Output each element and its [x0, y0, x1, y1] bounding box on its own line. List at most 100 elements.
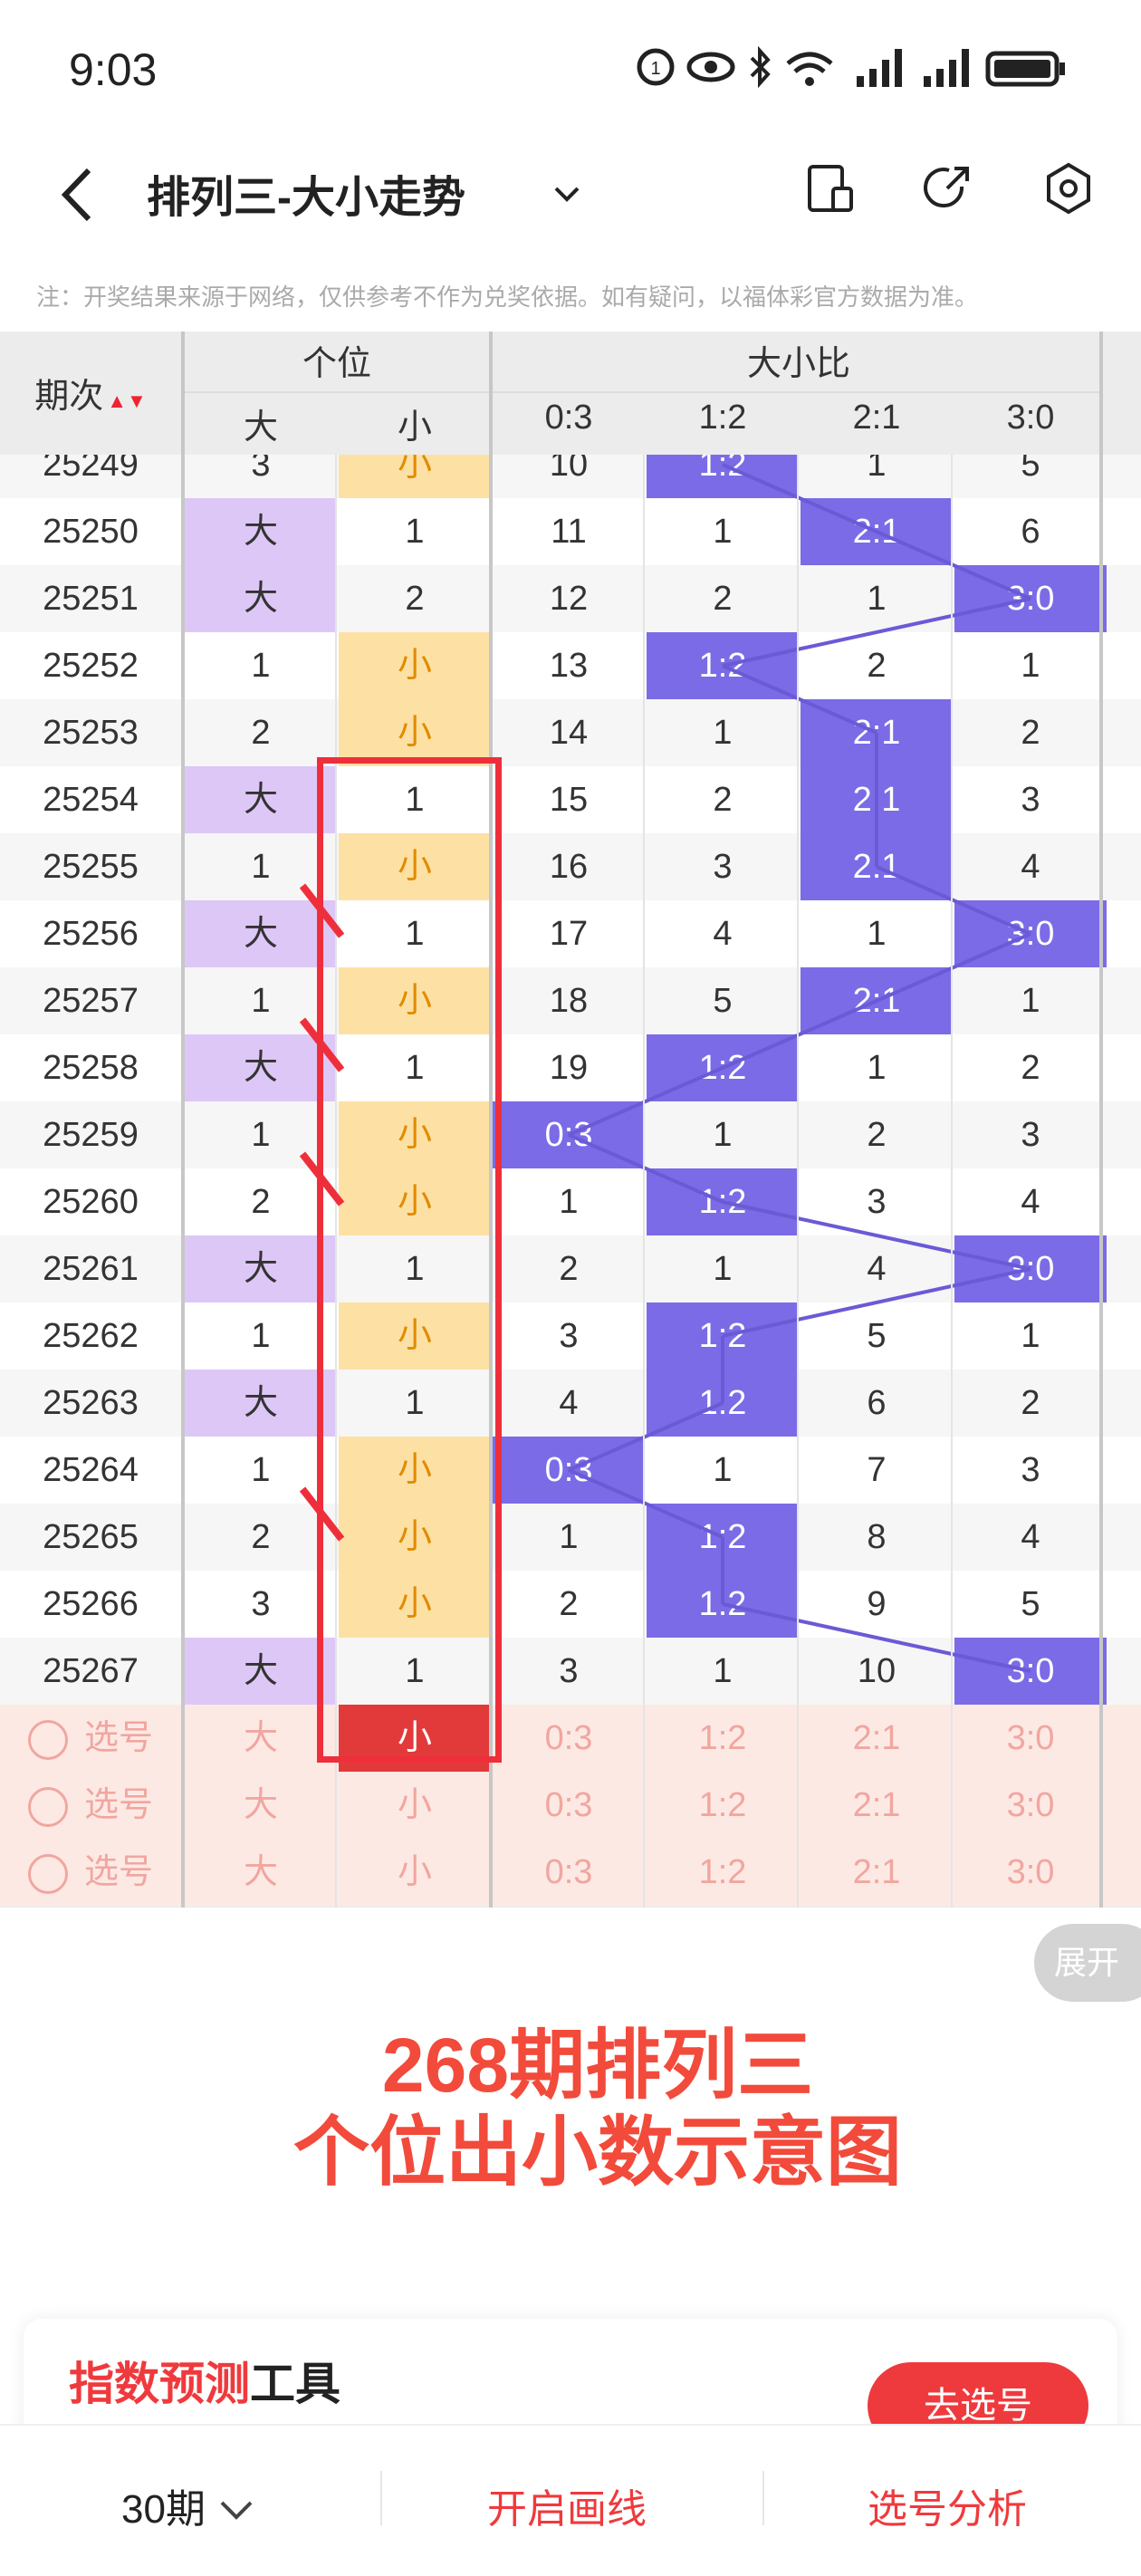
- select-option[interactable]: 2:1: [801, 1705, 953, 1772]
- tool-title-red: 指数预测: [69, 2359, 250, 2409]
- trend-cell: 19: [549, 1049, 589, 1087]
- share-icon[interactable]: [920, 161, 974, 216]
- select-option[interactable]: 大: [185, 1772, 337, 1839]
- period-header[interactable]: 期次 ▲▼: [0, 368, 181, 418]
- select-option[interactable]: 3:0: [954, 1772, 1107, 1839]
- table-row[interactable]: 25250 大 1 11 1 2:1 6: [0, 498, 1141, 565]
- subheader-2: 0:3: [544, 399, 593, 437]
- chevron-down-icon[interactable]: [549, 176, 585, 212]
- select-row[interactable]: 选号大小 0:3 1:2 2:1 3:0: [0, 1705, 1141, 1772]
- select-row[interactable]: 选号大小 0:3 1:2 2:1 3:0: [0, 1839, 1141, 1906]
- sort-icon: ▲▼: [107, 389, 147, 412]
- trend-cell: 4: [1021, 1518, 1040, 1556]
- trend-cell: 2: [251, 1183, 271, 1221]
- select-option[interactable]: 2:1: [801, 1772, 953, 1839]
- trend-cell: 1: [251, 1116, 271, 1154]
- select-label[interactable]: 选号: [0, 1839, 181, 1906]
- trend-cell: 1: [713, 1116, 733, 1154]
- select-option[interactable]: 0:3: [493, 1705, 645, 1772]
- select-option[interactable]: 0:3: [493, 1772, 645, 1839]
- table-row[interactable]: 25265 2 小 1 1:2 8 4: [0, 1504, 1141, 1571]
- status-time: 9:03: [69, 44, 158, 95]
- select-option[interactable]: 0:3: [493, 1839, 645, 1906]
- select-option[interactable]: 3:0: [954, 1839, 1107, 1906]
- battery-icon: [985, 51, 1065, 87]
- period-number: 25264: [43, 1451, 139, 1489]
- device-icon[interactable]: [804, 161, 858, 216]
- back-icon[interactable]: [54, 163, 100, 226]
- page-title[interactable]: 排列三-大小走势: [147, 161, 465, 225]
- trend-cell: 2: [713, 781, 733, 819]
- table-row[interactable]: 25255 1 小 16 3 2:1 4: [0, 833, 1141, 900]
- annotation-box: [317, 757, 502, 1763]
- table-row[interactable]: 25259 1 小 0:3 1 2 3: [0, 1101, 1141, 1168]
- group-header-units: 个位: [302, 345, 371, 383]
- radio-circle-icon: [27, 1719, 68, 1760]
- table-row[interactable]: 25251 大 2 12 2 1 3:0: [0, 565, 1141, 632]
- bluetooth-icon: [750, 45, 771, 89]
- table-row[interactable]: 25256 大 1 17 4 1 3:0: [0, 900, 1141, 967]
- table-row[interactable]: 25254 大 1 15 2 2:1 3: [0, 766, 1141, 833]
- trend-cell: 18: [549, 982, 589, 1020]
- select-label[interactable]: 选号: [0, 1705, 181, 1772]
- trend-table: 期次 ▲▼ 个位 大小比大小 0:3 1:2 2:1 3:0 25249 3 小 10 1:2 1 5 252…: [0, 332, 1141, 1908]
- trend-cell: 1: [713, 1451, 733, 1489]
- period-number: 25262: [43, 1317, 139, 1355]
- table-row[interactable]: 25267 大 1 3 1 10 3:0: [0, 1638, 1141, 1705]
- trend-cell: 1: [251, 1317, 271, 1355]
- number-analysis-button[interactable]: 选号分析: [868, 2476, 1027, 2534]
- trend-cell: 1: [559, 1183, 579, 1221]
- svg-text:1: 1: [650, 59, 660, 79]
- table-row[interactable]: 25261 大 1 2 1 4 3:0: [0, 1235, 1141, 1302]
- select-option[interactable]: 2:1: [801, 1839, 953, 1906]
- select-option[interactable]: 大: [185, 1705, 337, 1772]
- trend-cell: 1: [867, 580, 887, 618]
- period-number: 25258: [43, 1049, 139, 1087]
- trend-cell: 1: [251, 982, 271, 1020]
- trend-cell: 3: [867, 1183, 887, 1221]
- select-label[interactable]: 选号: [0, 1772, 181, 1839]
- period-selector[interactable]: 30期: [121, 2476, 254, 2534]
- trend-cell: 小: [339, 699, 491, 766]
- trend-cell: 2:1: [801, 498, 953, 565]
- table-row[interactable]: 25264 1 小 0:3 1 7 3: [0, 1437, 1141, 1504]
- trend-cell: 1:2: [647, 1370, 799, 1437]
- settings-icon[interactable]: [1041, 161, 1096, 216]
- table-row[interactable]: 25263 大 1 4 1:2 6 2: [0, 1370, 1141, 1437]
- select-option[interactable]: 1:2: [647, 1705, 799, 1772]
- trend-cell: 13: [549, 647, 589, 685]
- table-row[interactable]: 25260 2 小 1 1:2 3 4: [0, 1168, 1141, 1235]
- table-row[interactable]: 25257 1 小 18 5 2:1 1: [0, 967, 1141, 1034]
- trend-cell: 2: [1021, 1049, 1040, 1087]
- trend-cell: 0:3: [493, 1437, 645, 1504]
- select-option[interactable]: 大: [185, 1839, 337, 1906]
- table-row[interactable]: 25258 大 1 19 1:2 1 2: [0, 1034, 1141, 1101]
- trend-cell: 3:0: [954, 1638, 1107, 1705]
- enable-drawing-button[interactable]: 开启画线: [487, 2476, 647, 2534]
- table-row[interactable]: 25253 2 小 14 1 2:1 2: [0, 699, 1141, 766]
- tool-title-black: 工具: [250, 2359, 340, 2409]
- select-option[interactable]: 3:0: [954, 1705, 1107, 1772]
- select-option[interactable]: 小: [339, 1839, 491, 1906]
- expand-button[interactable]: 展开: [1034, 1924, 1141, 2002]
- table-row[interactable]: 25266 3 小 2 1:2 9 5: [0, 1571, 1141, 1638]
- table-row[interactable]: 25262 1 小 3 1:2 5 1: [0, 1302, 1141, 1370]
- trend-cell: 3:0: [954, 900, 1107, 967]
- select-option[interactable]: 1:2: [647, 1772, 799, 1839]
- trend-cell: 1:2: [647, 1504, 799, 1571]
- cell-divider: [951, 332, 953, 1908]
- trend-cell: 大: [185, 766, 337, 833]
- select-option[interactable]: 小: [339, 1772, 491, 1839]
- trend-cell: 0:3: [493, 1101, 645, 1168]
- trend-cell: 大: [185, 1370, 337, 1437]
- select-row[interactable]: 选号大小 0:3 1:2 2:1 3:0: [0, 1772, 1141, 1839]
- column-divider: [1099, 332, 1103, 1908]
- trend-cell: 3: [559, 1652, 579, 1690]
- group-header-ratio: 大小比: [746, 345, 850, 383]
- trend-cell: 3:0: [954, 565, 1107, 632]
- trend-cell: 3: [1021, 1116, 1040, 1154]
- trend-cell: 5: [713, 982, 733, 1020]
- trend-cell: 大: [185, 498, 337, 565]
- table-row[interactable]: 25252 1 小 13 1:2 2 1: [0, 632, 1141, 699]
- select-option[interactable]: 1:2: [647, 1839, 799, 1906]
